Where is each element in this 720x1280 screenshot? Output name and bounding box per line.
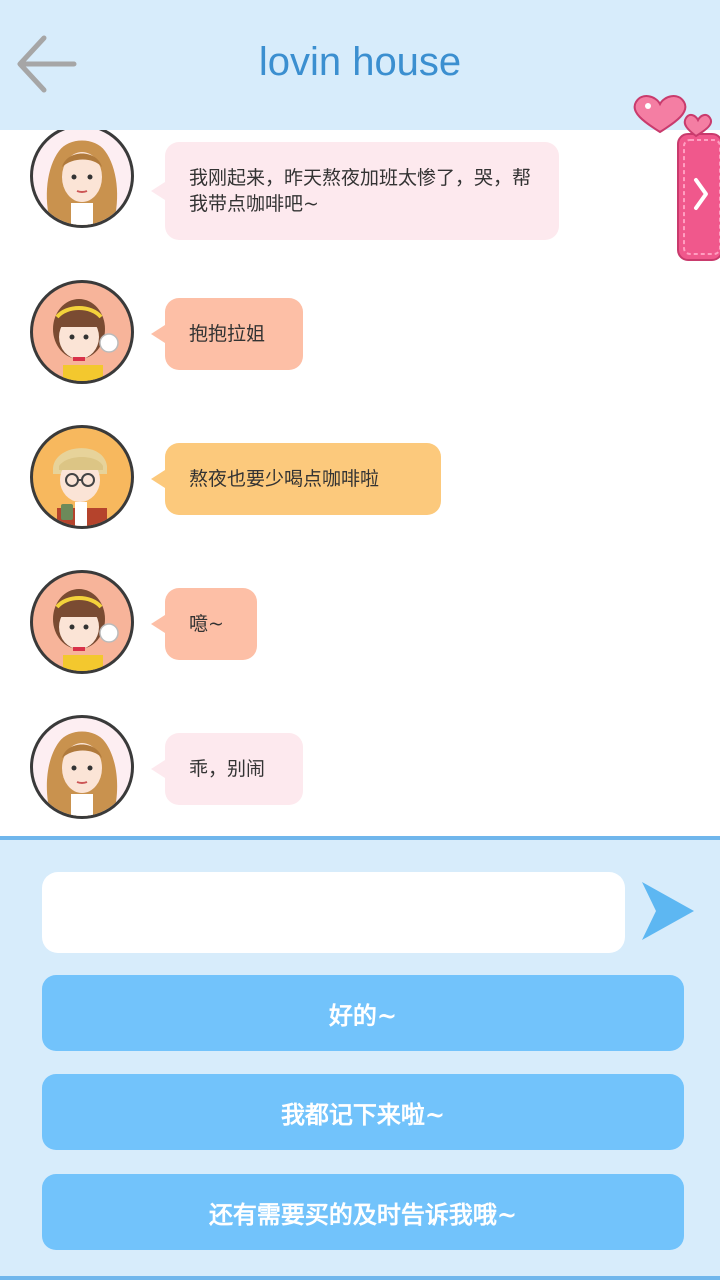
avatar-illustration bbox=[53, 589, 119, 671]
avatar-illustration bbox=[53, 299, 119, 381]
boy-glasses-avatar[interactable] bbox=[30, 425, 134, 529]
heart-chevron-right-icon bbox=[633, 95, 720, 261]
avatar-illustration bbox=[46, 731, 118, 816]
message-bubble: 熬夜也要少喝点咖啡啦 bbox=[151, 443, 441, 515]
quick-reply-label: 好的~ bbox=[328, 1000, 398, 1030]
side-drawer-tab[interactable] bbox=[630, 92, 720, 264]
message-text: 乖，别闹 bbox=[189, 758, 266, 780]
send-button[interactable] bbox=[640, 880, 696, 942]
message-input[interactable] bbox=[42, 872, 625, 953]
message-bubble: 抱抱拉姐 bbox=[151, 298, 303, 370]
message-text: 噫~ bbox=[189, 613, 224, 635]
page-title: lovin house bbox=[258, 40, 462, 84]
message-bubble: 噫~ bbox=[151, 588, 257, 660]
quick-reply-label: 我都记下来啦~ bbox=[280, 1099, 446, 1129]
girl-long-hair-avatar[interactable] bbox=[30, 130, 134, 228]
quick-reply-button[interactable]: 好的~ bbox=[42, 975, 684, 1051]
quick-reply-label: 还有需要买的及时告诉我哦~ bbox=[208, 1199, 518, 1229]
avatar-illustration bbox=[46, 140, 118, 225]
quick-reply-button[interactable]: 我都记下来啦~ bbox=[42, 1074, 684, 1150]
avatar-illustration bbox=[53, 448, 107, 526]
message-bubble: 乖，别闹 bbox=[151, 733, 303, 805]
quick-reply-button[interactable]: 还有需要买的及时告诉我哦~ bbox=[42, 1174, 684, 1250]
girl-bangs-avatar[interactable] bbox=[30, 280, 134, 384]
message-bubble: 我刚起来，昨天熬夜加班太惨了，哭，帮我带点咖啡吧~ bbox=[151, 142, 559, 240]
girl-bangs-avatar[interactable] bbox=[30, 570, 134, 674]
header-bar: lovin house bbox=[0, 0, 720, 130]
send-arrow-icon bbox=[642, 882, 694, 940]
message-text: 熬夜也要少喝点咖啡啦 bbox=[189, 468, 380, 490]
reply-panel: 好的~ 我都记下来啦~ 还有需要买的及时告诉我哦~ bbox=[0, 836, 720, 1280]
message-text: 我刚起来，昨天熬夜加班太惨了，哭，帮我带点咖啡吧~ bbox=[189, 167, 532, 215]
message-text: 抱抱拉姐 bbox=[189, 323, 266, 345]
girl-long-hair-avatar[interactable] bbox=[30, 715, 134, 819]
chat-area[interactable]: 我刚起来，昨天熬夜加班太惨了，哭，帮我带点咖啡吧~ 抱抱拉姐 熬夜也要少喝点咖啡… bbox=[0, 130, 720, 836]
